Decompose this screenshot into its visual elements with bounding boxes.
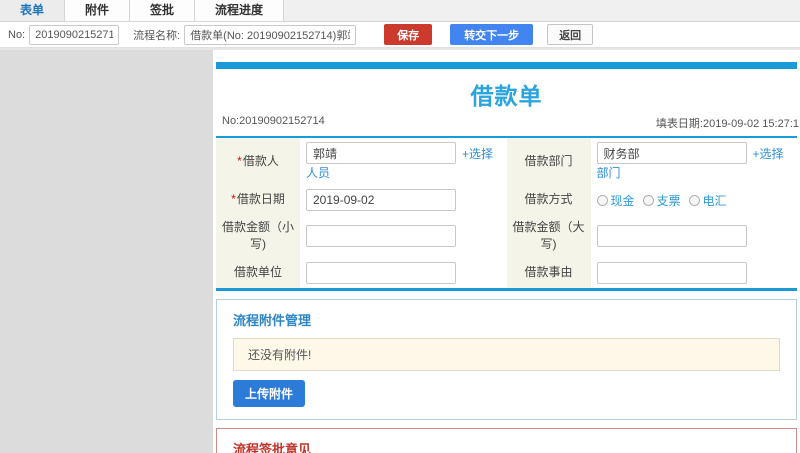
required-asterisk: *	[237, 153, 242, 168]
required-asterisk: *	[231, 192, 236, 207]
department-label: 借款部门	[524, 153, 573, 168]
amount-lower-input[interactable]	[306, 225, 456, 248]
tab-attachments[interactable]: 附件	[65, 0, 131, 21]
unit-label-cell: 借款单位	[216, 257, 300, 290]
save-button[interactable]: 保存	[384, 24, 433, 45]
process-name-label: 流程名称:	[133, 29, 181, 42]
radio-cash-label[interactable]: 现金	[611, 192, 635, 209]
borrower-field-cell: +选择人员	[300, 137, 507, 185]
borrower-input[interactable]	[306, 142, 456, 164]
amount-upper-field-cell	[591, 215, 798, 258]
reason-label: 借款事由	[524, 265, 573, 280]
borrow-date-label-cell: *借款日期	[216, 185, 300, 215]
process-name-input[interactable]	[184, 24, 357, 45]
loan-form-table: *借款人 +选择人员 借款部门 +选择部门 *借款日期 借款方式	[216, 136, 797, 291]
borrow-date-field-cell	[300, 185, 507, 215]
header: 表单 附件 签批 流程进度 No: 流程名称: 保存 转交下一步 返回	[0, 0, 800, 50]
tab-process-progress[interactable]: 流程进度	[195, 0, 285, 21]
next-step-button[interactable]: 转交下一步	[450, 24, 534, 45]
department-field-cell: +选择部门	[591, 137, 798, 185]
no-input[interactable]	[29, 24, 120, 45]
department-input[interactable]	[596, 142, 747, 164]
accent-bar	[216, 62, 797, 69]
reason-input[interactable]	[596, 261, 747, 284]
radio-check-label[interactable]: 支票	[657, 192, 681, 209]
borrower-label-cell: *借款人	[216, 137, 300, 185]
fill-date: 填表日期:2019-09-02 15:27:1	[655, 118, 799, 130]
table-row: 借款金额（小写) 借款金额（大写)	[216, 215, 797, 258]
radio-wire[interactable]	[688, 194, 700, 206]
tab-form[interactable]: 表单	[0, 0, 66, 21]
command-bar: No: 流程名称: 保存 转交下一步 返回	[0, 22, 800, 48]
table-row: *借款日期 借款方式 现金 支票 电汇	[216, 185, 797, 215]
header-divider	[0, 48, 800, 50]
doc-number: No:20190902152714	[222, 115, 325, 127]
department-label-cell: 借款部门	[506, 137, 591, 185]
amount-upper-label-cell: 借款金额（大写)	[506, 215, 591, 258]
amount-upper-label: 借款金额（大写)	[512, 220, 585, 252]
approval-heading: 流程签批意见	[233, 441, 312, 453]
amount-lower-field-cell	[300, 215, 507, 258]
unit-field-cell	[300, 258, 507, 290]
amount-upper-input[interactable]	[596, 225, 747, 248]
method-field-cell: 现金 支票 电汇	[591, 185, 798, 215]
attachments-panel: 流程附件管理 还没有附件! 上传附件	[216, 298, 797, 420]
borrower-label: 借款人	[242, 153, 279, 168]
tab-bar: 表单 附件 签批 流程进度	[0, 0, 800, 22]
method-label: 借款方式	[524, 192, 573, 207]
main-panel: 借款单 No:20190902152714 填表日期:2019-09-02 15…	[213, 50, 800, 453]
amount-lower-label-cell: 借款金额（小写)	[216, 215, 300, 258]
no-label: No:	[8, 28, 26, 41]
unit-label: 借款单位	[233, 265, 282, 280]
approval-panel: 流程签批意见 B I abc	[216, 427, 797, 453]
table-row: *借款人 +选择人员 借款部门 +选择部门	[216, 137, 797, 185]
radio-check[interactable]	[642, 194, 654, 206]
tab-approval[interactable]: 签批	[130, 0, 196, 21]
amount-lower-label: 借款金额（小写)	[222, 220, 295, 252]
table-row: 借款单位 借款事由	[216, 257, 798, 290]
radio-cash[interactable]	[596, 194, 608, 206]
reason-field-cell	[591, 258, 798, 290]
attachments-heading: 流程附件管理	[233, 312, 312, 328]
reason-label-cell: 借款事由	[506, 257, 591, 290]
back-button[interactable]: 返回	[547, 24, 594, 45]
page-title: 借款单	[470, 83, 543, 109]
doc-meta: No:20190902152714 填表日期:2019-09-02 15:27:…	[216, 115, 799, 136]
borrow-date-label: 借款日期	[236, 192, 285, 207]
borrow-date-input[interactable]	[306, 189, 456, 211]
radio-wire-label[interactable]: 电汇	[703, 192, 727, 209]
upload-attachment-button[interactable]: 上传附件	[233, 379, 306, 407]
unit-input[interactable]	[306, 261, 456, 284]
no-attachments-message: 还没有附件!	[233, 337, 780, 371]
method-label-cell: 借款方式	[506, 185, 591, 215]
